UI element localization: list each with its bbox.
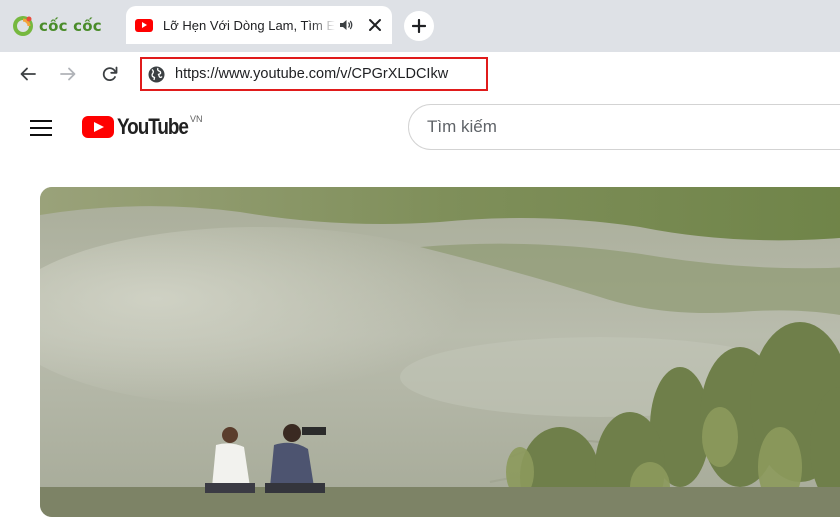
reload-icon xyxy=(102,66,118,82)
region-code: VN xyxy=(190,114,203,124)
reload-button[interactable] xyxy=(100,64,120,84)
arrow-left-icon xyxy=(20,67,36,81)
youtube-logo-text: YouTube xyxy=(117,114,189,139)
coccoc-brand-name: cốc cốc xyxy=(39,17,102,35)
youtube-play-icon xyxy=(82,116,114,138)
coccoc-brand[interactable]: cốc cốc xyxy=(12,12,102,40)
tab-close-icon[interactable] xyxy=(368,18,382,32)
video-player[interactable] xyxy=(40,187,840,517)
globe-icon[interactable] xyxy=(148,66,165,83)
browser-tab-active[interactable]: Lỡ Hẹn Với Dòng Lam, Tìm Em xyxy=(126,6,392,44)
hamburger-menu-icon[interactable] xyxy=(30,120,52,138)
arrow-right-icon xyxy=(60,67,76,81)
plus-icon xyxy=(412,19,426,33)
youtube-favicon-icon xyxy=(135,18,153,32)
address-bar[interactable]: https://www.youtube.com/v/CPGrXLDCIkw xyxy=(140,57,488,91)
tab-strip: cốc cốc Lỡ Hẹn Với Dòng Lam, Tìm Em xyxy=(0,0,840,52)
tab-title: Lỡ Hẹn Với Dòng Lam, Tìm Em xyxy=(163,17,335,33)
youtube-logo[interactable]: YouTube xyxy=(82,114,199,140)
speaker-icon[interactable] xyxy=(338,17,354,33)
forward-button[interactable] xyxy=(58,64,78,84)
back-button[interactable] xyxy=(18,64,38,84)
search-box[interactable] xyxy=(408,104,840,150)
url-text[interactable]: https://www.youtube.com/v/CPGrXLDCIkw xyxy=(175,66,448,82)
coccoc-logo-icon xyxy=(12,15,34,37)
search-input[interactable] xyxy=(427,105,807,149)
video-frame xyxy=(40,187,840,517)
new-tab-button[interactable] xyxy=(404,11,434,41)
